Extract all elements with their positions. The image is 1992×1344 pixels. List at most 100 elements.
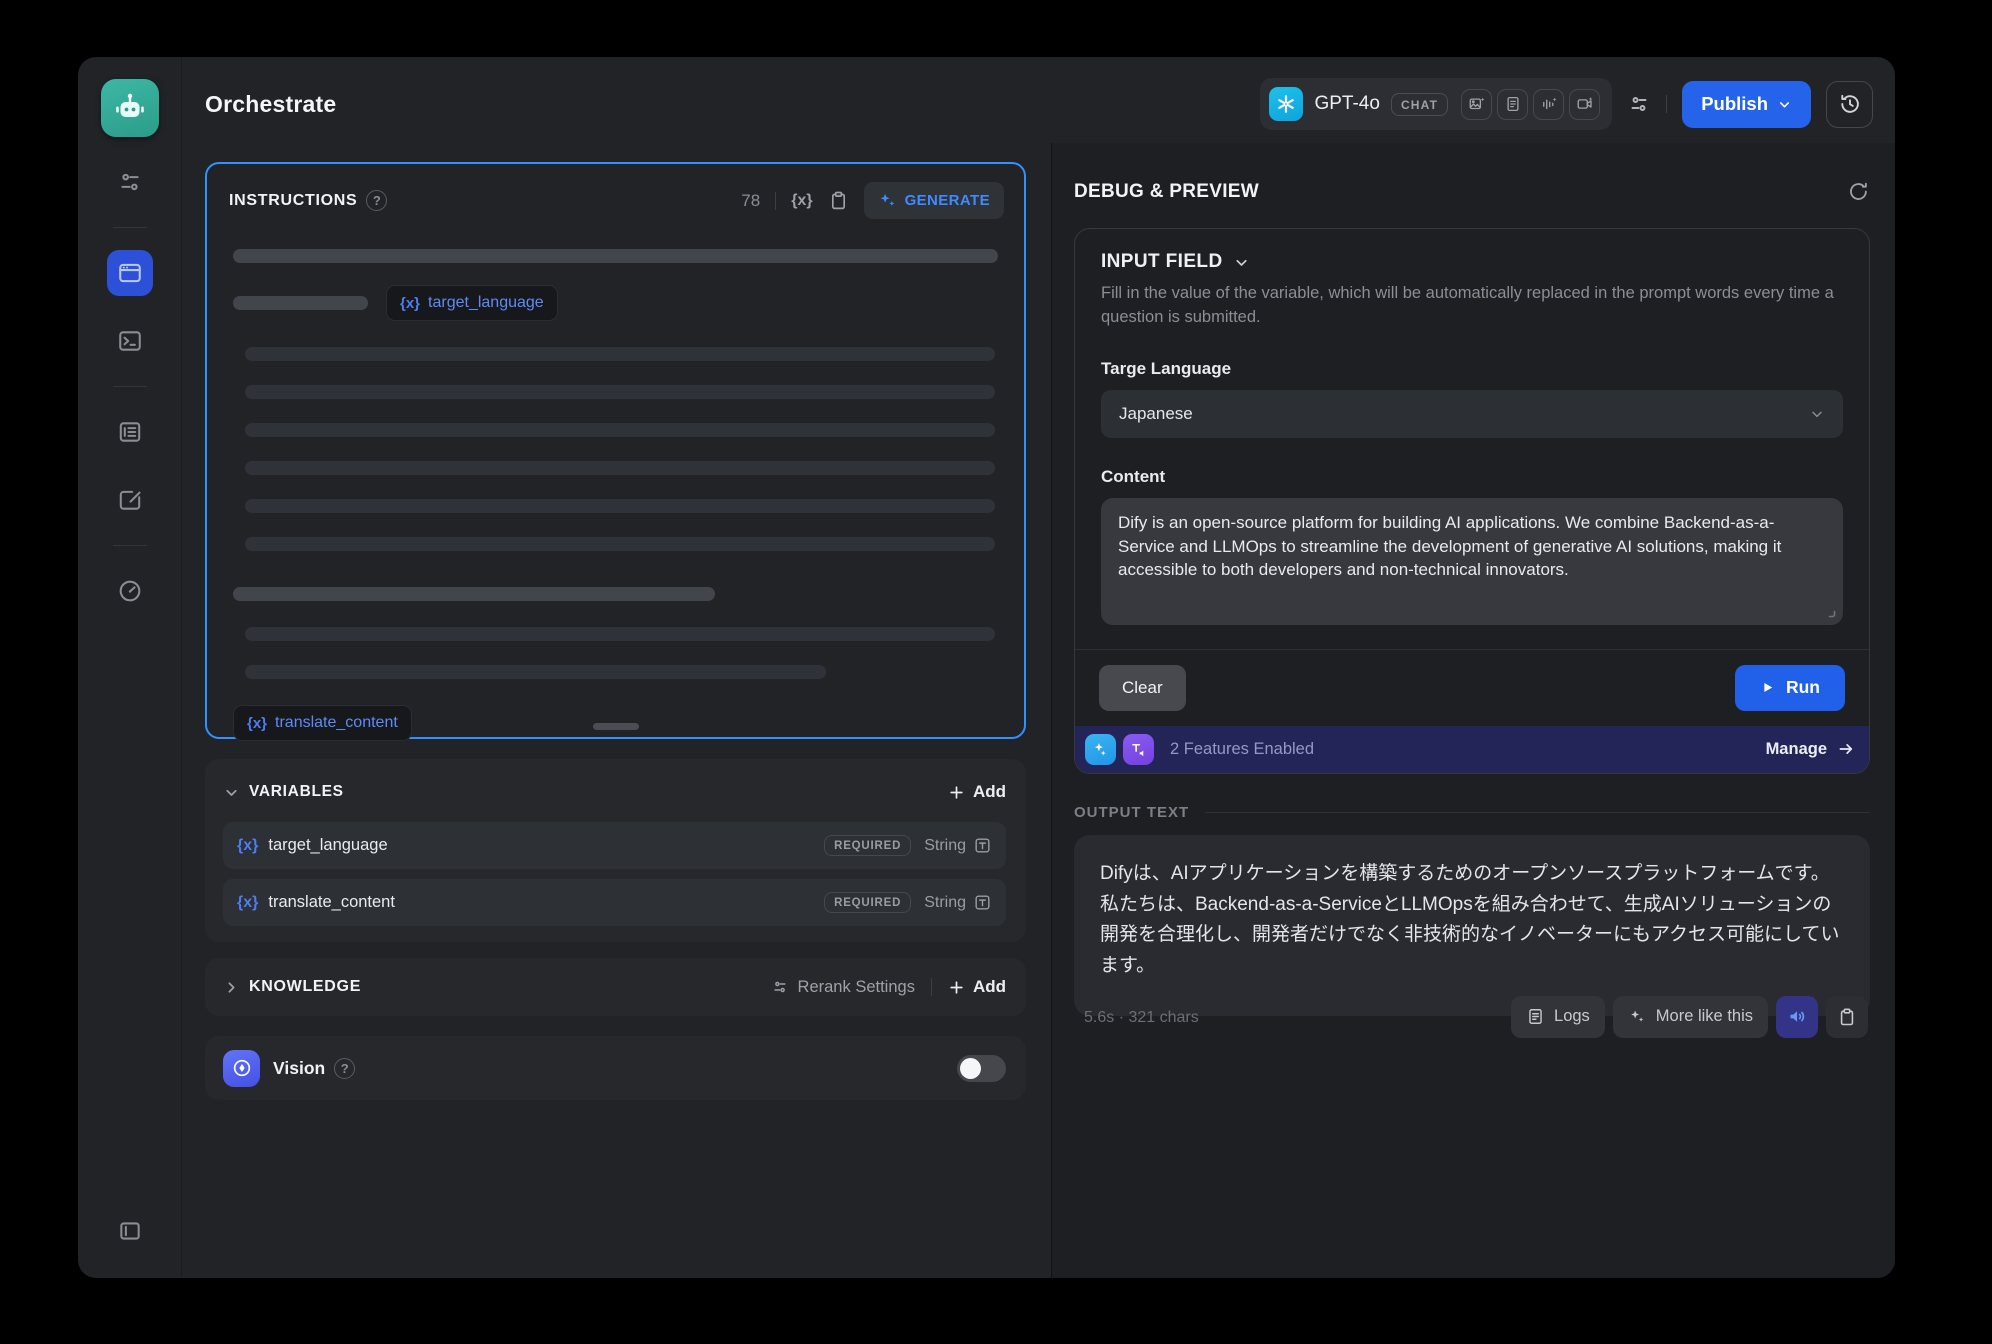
copy-clipboard-icon[interactable] [828, 190, 849, 211]
arrow-right-icon [1837, 740, 1855, 758]
variable-token: {x} [237, 894, 258, 912]
document-capability-icon [1497, 89, 1528, 120]
sidebar-item-logs[interactable] [107, 409, 153, 455]
audio-capability-icon [1533, 89, 1564, 120]
sidebar-item-monitoring[interactable] [107, 568, 153, 614]
variable-chip-target-language[interactable]: {x} target_language [386, 285, 558, 321]
tools-divider [775, 192, 776, 210]
copy-output-button[interactable] [1826, 996, 1868, 1038]
insert-variable-icon[interactable]: {x} [791, 192, 812, 210]
variables-title: VARIABLES [249, 783, 344, 801]
annotation-note-icon [117, 487, 143, 513]
rail-divider [113, 545, 147, 546]
vision-toggle[interactable] [957, 1055, 1006, 1082]
generate-button[interactable]: GENERATE [864, 182, 1004, 219]
features-banner: 2 Features Enabled Manage [1075, 726, 1869, 773]
chevron-down-icon[interactable] [223, 784, 240, 801]
target-language-select[interactable]: Japanese [1101, 390, 1843, 438]
variable-row[interactable]: {x} translate_content REQUIRED String [223, 879, 1006, 926]
chevron-right-icon[interactable] [223, 979, 240, 996]
publish-button[interactable]: Publish [1682, 81, 1811, 128]
run-button[interactable]: Run [1735, 665, 1845, 711]
rerank-settings-button[interactable]: Rerank Settings [771, 978, 915, 997]
add-variable-button[interactable]: Add [948, 782, 1006, 802]
skeleton-line [233, 249, 998, 263]
skeleton-line [245, 347, 995, 361]
target-language-label: Targe Language [1101, 359, 1843, 379]
run-toolbar: Clear Run [1075, 649, 1869, 726]
speaker-button[interactable] [1776, 996, 1818, 1038]
model-selector[interactable]: GPT-4o CHAT [1260, 78, 1612, 130]
variable-chip-translate-content[interactable]: {x} translate_content [233, 705, 412, 741]
chevron-down-icon [1233, 254, 1250, 271]
skeleton-line [233, 296, 368, 310]
variable-token: {x} [400, 295, 420, 312]
output-meta: 5.6s · 321 chars [1084, 1009, 1199, 1038]
toggle-knob [960, 1058, 981, 1079]
logs-button[interactable]: Logs [1511, 996, 1605, 1038]
string-type-icon[interactable] [973, 836, 992, 855]
resize-corner-icon[interactable] [1824, 606, 1836, 618]
settings-sliders-icon[interactable] [107, 159, 153, 205]
params-icon[interactable] [1627, 92, 1651, 116]
chevron-down-icon [1777, 97, 1792, 112]
debug-preview-pane: DEBUG & PREVIEW INPUT FIELD [1051, 143, 1895, 1278]
add-knowledge-button[interactable]: Add [948, 977, 1006, 997]
required-badge: REQUIRED [824, 892, 911, 913]
string-type-icon[interactable] [973, 893, 992, 912]
input-field-title: INPUT FIELD [1101, 251, 1223, 273]
input-field-collapse[interactable]: INPUT FIELD [1101, 251, 1843, 273]
more-like-this-button[interactable]: More like this [1613, 996, 1768, 1038]
publish-label: Publish [1701, 93, 1768, 115]
variable-name: target_language [268, 836, 387, 855]
refresh-icon[interactable] [1847, 180, 1870, 203]
instructions-title: INSTRUCTIONS [229, 192, 357, 210]
left-nav-rail [78, 57, 182, 1278]
orchestrate-window-icon [117, 260, 143, 286]
variable-row[interactable]: {x} target_language REQUIRED String [223, 822, 1006, 869]
history-icon[interactable] [1826, 81, 1873, 128]
chevron-down-icon [1809, 406, 1825, 422]
variables-panel: VARIABLES Add {x} target_language REQUIR… [205, 759, 1026, 942]
app-window: Orchestrate [78, 57, 1895, 1278]
rail-divider [113, 227, 147, 228]
knowledge-panel: KNOWLEDGE Rerank Settings Add [205, 958, 1026, 1016]
resize-handle[interactable] [593, 723, 639, 730]
debug-preview-title: DEBUG & PREVIEW [1074, 181, 1259, 203]
sidebar-item-terminal[interactable] [107, 318, 153, 364]
skeleton-line [245, 423, 995, 437]
help-icon[interactable]: ? [366, 190, 387, 211]
variable-token: {x} [237, 837, 258, 855]
plus-icon [948, 784, 965, 801]
logs-document-icon [117, 419, 143, 445]
sparkles-icon [878, 191, 897, 210]
features-enabled-text: 2 Features Enabled [1170, 740, 1314, 759]
target-language-value: Japanese [1119, 404, 1193, 424]
content-textarea[interactable]: Dify is an open-source platform for buil… [1101, 498, 1843, 625]
variable-type: String [924, 894, 966, 912]
vision-title: Vision [273, 1058, 325, 1079]
app-logo-robot[interactable] [101, 79, 159, 137]
vision-panel: Vision ? [205, 1036, 1026, 1100]
collapse-sidebar-icon[interactable] [107, 1208, 153, 1254]
skeleton-line [245, 537, 995, 551]
output-rule [1205, 812, 1870, 813]
speaker-icon [1787, 1006, 1808, 1027]
sidebar-item-orchestrate[interactable] [107, 250, 153, 296]
required-badge: REQUIRED [824, 835, 911, 856]
chat-mode-badge: CHAT [1391, 93, 1448, 116]
instructions-editor[interactable]: {x} target_language [207, 229, 1024, 761]
variable-type: String [924, 837, 966, 855]
knowledge-title: KNOWLEDGE [249, 978, 361, 996]
knowledge-divider [931, 978, 932, 996]
vision-capability-icon [1461, 89, 1492, 120]
manage-features-button[interactable]: Manage [1766, 740, 1855, 759]
sidebar-item-annotations[interactable] [107, 477, 153, 523]
input-field-description: Fill in the value of the variable, which… [1101, 282, 1843, 330]
clear-button[interactable]: Clear [1099, 665, 1186, 711]
instructions-panel[interactable]: INSTRUCTIONS ? 78 {x} [205, 162, 1026, 739]
content-label: Content [1101, 467, 1843, 487]
monitoring-gauge-icon [117, 578, 143, 604]
skeleton-line [233, 587, 715, 601]
help-icon[interactable]: ? [334, 1058, 355, 1079]
